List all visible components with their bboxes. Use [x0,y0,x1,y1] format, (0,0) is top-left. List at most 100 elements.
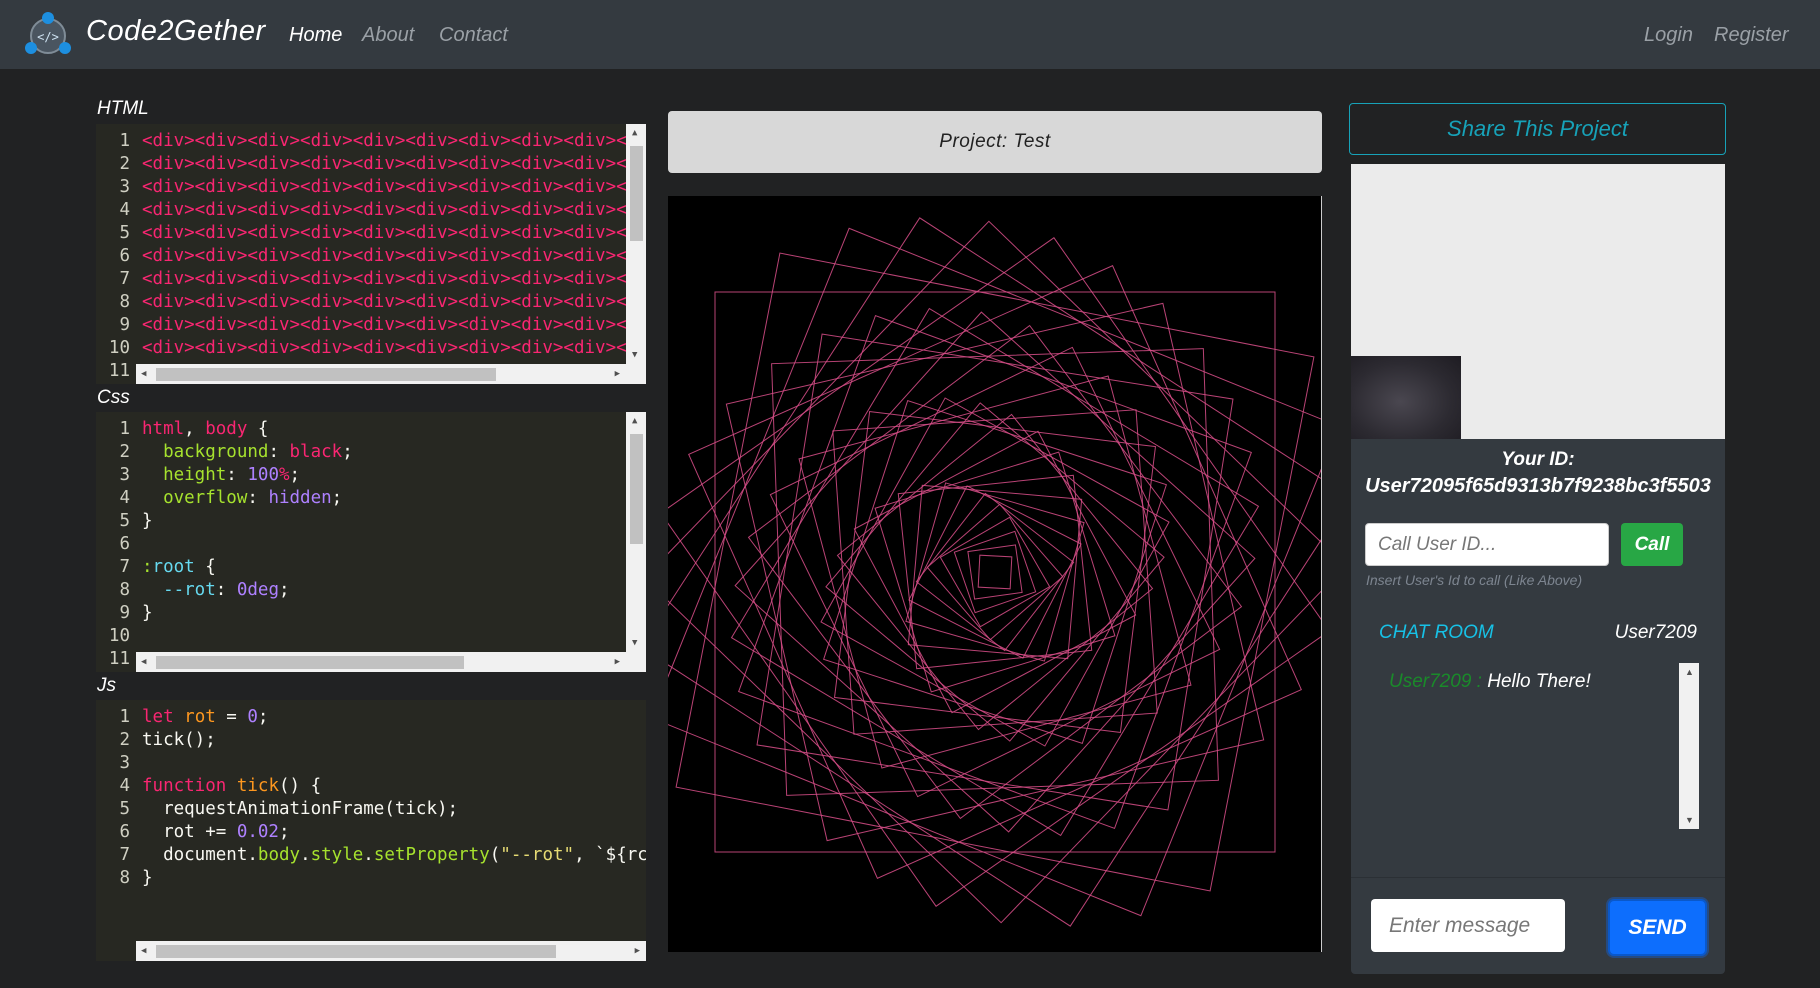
html-editor-label: HTML [97,98,149,119]
scroll-right-icon[interactable]: ▶ [615,369,620,379]
scroll-right-icon[interactable]: ▶ [635,946,640,956]
code-line: <div><div><div><div><div><div><div><div>… [142,154,646,174]
code-line: <div><div><div><div><div><div><div><div>… [142,292,646,312]
line-number: 8 [119,580,130,600]
scroll-down-icon[interactable]: ▼ [632,350,637,360]
line-number: 3 [119,753,130,773]
line-number: 4 [119,776,130,796]
divider [1351,877,1725,878]
line-number: 4 [119,488,130,508]
svg-text:</>: </> [37,30,59,44]
code-line: <div><div><div><div><div><div><div><div>… [142,200,646,220]
spiral-preview [668,217,1321,927]
scroll-right-icon[interactable]: ▶ [615,657,620,667]
css-editor[interactable]: 1 2 3 4 5 6 7 8 9 10 11 html, body { bac… [96,412,646,672]
line-number: 1 [119,707,130,727]
vertical-scrollbar[interactable]: ▲ ▼ [626,124,646,364]
scroll-thumb[interactable] [156,945,556,958]
code-line: let rot = 0; [142,707,269,727]
code-line: } [142,868,153,888]
scroll-thumb[interactable] [156,656,464,669]
line-number: 1 [119,131,130,151]
scroll-thumb[interactable] [630,146,643,241]
scroll-thumb[interactable] [630,434,643,544]
brand-name[interactable]: Code2Gether [86,15,266,48]
line-number: 3 [119,465,130,485]
your-id-value: User72095f65d9313b7f9238bc3f5503 [1365,475,1711,497]
scroll-up-icon[interactable]: ▲ [1685,667,1694,677]
html-editor[interactable]: 1 2 3 4 5 6 7 8 9 10 11 <div><div><div><… [96,124,646,384]
nav-login[interactable]: Login [1644,24,1693,47]
call-help-text: Insert User's Id to call (Like Above) [1366,572,1583,588]
line-number: 6 [119,534,130,554]
line-number: 8 [119,292,130,312]
code-line: <div><div><div><div><div><div><div><div>… [142,177,646,197]
line-number: 5 [119,799,130,819]
scroll-up-icon[interactable]: ▲ [632,416,637,426]
preview-canvas[interactable] [668,196,1322,952]
call-button[interactable]: Call [1621,523,1683,566]
call-user-input[interactable]: Call User ID... [1365,523,1609,566]
line-gutter: 1 2 3 4 5 6 7 8 9 10 11 [96,124,136,384]
code-line: } [142,511,153,531]
line-number: 4 [119,200,130,220]
nav-contact[interactable]: Contact [439,24,508,47]
scroll-left-icon[interactable]: ◀ [141,369,146,379]
horizontal-scrollbar[interactable]: ◀ ▶ [136,364,646,384]
code-line: html, body { [142,419,269,439]
call-chat-panel: Your ID: User72095f65d9313b7f9238bc3f550… [1351,439,1725,974]
horizontal-scrollbar[interactable]: ◀ ▶ [136,652,646,672]
code-line: height: 100%; [163,465,301,485]
code-line: --rot: 0deg; [163,580,290,600]
nav-about[interactable]: About [362,24,414,47]
line-number: 1 [119,419,130,439]
js-editor[interactable]: 1 2 3 4 5 6 7 8 let rot = 0; tick(); fun… [96,700,646,961]
navbar: </> Code2Gether Home About Contact Login… [0,0,1820,69]
line-number: 11 [108,361,130,381]
code-line: requestAnimationFrame(tick); [142,799,459,819]
line-number: 2 [119,730,130,750]
code-line: :root { [142,557,216,577]
code-line: <div><div><div><div><div><div><div><div>… [142,315,646,335]
code-line: overflow: hidden; [163,488,343,508]
chat-room-title: CHAT ROOM [1379,622,1494,643]
line-number: 7 [119,557,130,577]
code-line: document.body.style.setProperty("--rot",… [142,845,646,865]
line-gutter: 1 2 3 4 5 6 7 8 [96,700,136,961]
code-line: <div><div><div><div><div><div><div><div>… [142,269,646,289]
scroll-left-icon[interactable]: ◀ [141,946,146,956]
send-button[interactable]: SEND [1608,899,1707,956]
code-line: <div><div><div><div><div><div><div><div>… [142,223,646,243]
scroll-left-icon[interactable]: ◀ [141,657,146,667]
line-number: 6 [119,822,130,842]
message-input[interactable]: Enter message [1371,899,1565,952]
nav-register[interactable]: Register [1714,24,1788,47]
chat-messages[interactable]: User7209 : Hello There! ▲ ▼ [1379,663,1699,829]
code-line: background: black; [163,442,353,462]
code-line: } [142,603,153,623]
vertical-scrollbar[interactable]: ▲ ▼ [626,412,646,652]
code-line: <div><div><div><div><div><div><div><div>… [142,131,646,151]
scroll-down-icon[interactable]: ▼ [632,638,637,648]
scroll-thumb[interactable] [156,368,496,381]
code-line: <div><div><div><div><div><div><div><div>… [142,246,646,266]
line-number: 11 [108,649,130,669]
line-number: 9 [119,315,130,335]
horizontal-scrollbar[interactable]: ◀ ▶ [136,941,646,961]
share-project-button[interactable]: Share This Project [1349,103,1726,155]
chat-scrollbar[interactable]: ▲ ▼ [1679,663,1699,829]
your-id-label: Your ID: [1501,449,1575,470]
scroll-up-icon[interactable]: ▲ [632,128,637,138]
code-line: <div><div><div><div><div><div><div><div>… [142,338,646,358]
code-line: tick(); [142,730,216,750]
line-gutter: 1 2 3 4 5 6 7 8 9 10 11 [96,412,136,672]
remote-video [1351,164,1725,439]
line-number: 9 [119,603,130,623]
chat-message-text: Hello There! [1487,671,1591,692]
line-number: 10 [108,626,130,646]
logo-icon[interactable]: </> [23,10,73,60]
line-number: 2 [119,154,130,174]
nav-home[interactable]: Home [289,24,342,47]
scroll-down-icon[interactable]: ▼ [1685,815,1694,825]
line-number: 7 [119,845,130,865]
